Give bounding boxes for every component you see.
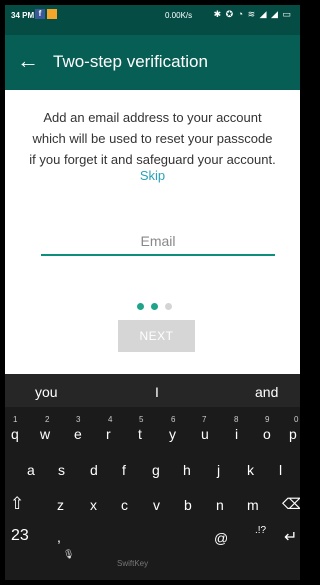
description-line: which will be used to reset your passcod… <box>32 131 273 146</box>
suggestion-i[interactable]: I <box>155 384 159 400</box>
backspace-icon[interactable]: ⌫ <box>282 495 300 513</box>
key-z[interactable]: z <box>57 497 64 513</box>
key-j[interactable]: j <box>217 462 220 478</box>
app-bar: ← Two-step verification <box>5 35 300 90</box>
number-hint: 8 <box>234 415 239 424</box>
key-p[interactable]: p <box>289 426 297 442</box>
key-g[interactable]: g <box>152 462 160 478</box>
number-hint: 2 <box>45 415 50 424</box>
email-field[interactable] <box>41 228 275 254</box>
key-b[interactable]: b <box>184 497 192 513</box>
phone-screen: 34 PM f 0.00K/s ✱ ✪ ◔ ≋ ◢ ◢ ▭ ← Two-step… <box>5 5 300 580</box>
page-dot-3 <box>165 303 172 310</box>
key-r[interactable]: r <box>106 426 111 442</box>
number-hint: 3 <box>76 415 81 424</box>
page-title: Two-step verification <box>53 52 208 71</box>
number-hint: 9 <box>265 415 270 424</box>
back-arrow-icon[interactable]: ← <box>17 48 39 74</box>
key-u[interactable]: u <box>201 426 209 442</box>
status-time: 34 PM <box>11 11 35 20</box>
page-indicator <box>137 297 179 315</box>
mic-icon: 🎙 <box>63 549 75 559</box>
notification-icon <box>47 9 57 19</box>
number-hint: 6 <box>171 415 176 424</box>
description-line: if you forget it and safeguard your acco… <box>29 152 276 167</box>
key-n[interactable]: n <box>216 497 224 513</box>
keyboard: you I and 1 2 3 4 5 6 7 8 9 0 q w e r t … <box>5 374 300 580</box>
shift-icon[interactable]: ⇧ <box>10 494 24 514</box>
key-t[interactable]: t <box>138 426 142 442</box>
key-v[interactable]: v <box>153 497 160 513</box>
status-bar: 34 PM f 0.00K/s ✱ ✪ ◔ ≋ ◢ ◢ ▭ <box>5 5 300 35</box>
number-hint: 5 <box>139 415 144 424</box>
key-a[interactable]: a <box>27 462 35 478</box>
email-field-container <box>41 228 275 256</box>
symbols-key[interactable]: 23 <box>11 527 29 545</box>
at-key[interactable]: @ <box>214 530 228 546</box>
key-q[interactable]: q <box>11 426 19 442</box>
next-button[interactable]: NEXT <box>118 320 195 352</box>
key-i[interactable]: i <box>235 426 238 442</box>
key-m[interactable]: m <box>247 497 259 513</box>
description-text: Add an email address to your account whi… <box>5 107 300 170</box>
key-d[interactable]: d <box>90 462 98 478</box>
number-hint: 7 <box>202 415 207 424</box>
key-o[interactable]: o <box>263 426 271 442</box>
key-w[interactable]: w <box>40 426 50 442</box>
page-dot-2 <box>151 303 158 310</box>
system-status-icons: ✱ ✪ ◔ ≋ ◢ ◢ ▭ <box>213 9 292 19</box>
comma-key[interactable]: , <box>57 529 61 545</box>
key-y[interactable]: y <box>169 426 176 442</box>
key-k[interactable]: k <box>247 462 254 478</box>
key-l[interactable]: l <box>279 462 282 478</box>
enter-icon[interactable]: ↵ <box>284 527 297 547</box>
key-f[interactable]: f <box>122 462 126 478</box>
key-x[interactable]: x <box>90 497 97 513</box>
facebook-notification-icon: f <box>35 9 45 19</box>
suggestion-you[interactable]: you <box>35 384 58 400</box>
number-hint: 0 <box>294 415 299 424</box>
punctuation-key[interactable]: .!? <box>255 525 266 536</box>
swiftkey-spacebar-brand[interactable]: SwiftKey <box>117 559 148 568</box>
key-c[interactable]: c <box>121 497 128 513</box>
page-dot-1 <box>137 303 144 310</box>
suggestion-bar: you I and <box>5 374 300 407</box>
suggestion-and[interactable]: and <box>255 384 278 400</box>
description-line: Add an email address to your account <box>43 110 262 125</box>
number-hint: 4 <box>108 415 113 424</box>
key-s[interactable]: s <box>58 462 65 478</box>
number-hint: 1 <box>13 415 18 424</box>
network-rate: 0.00K/s <box>165 11 193 20</box>
skip-link[interactable]: Skip <box>5 168 300 183</box>
key-e[interactable]: e <box>74 426 82 442</box>
key-h[interactable]: h <box>183 462 191 478</box>
